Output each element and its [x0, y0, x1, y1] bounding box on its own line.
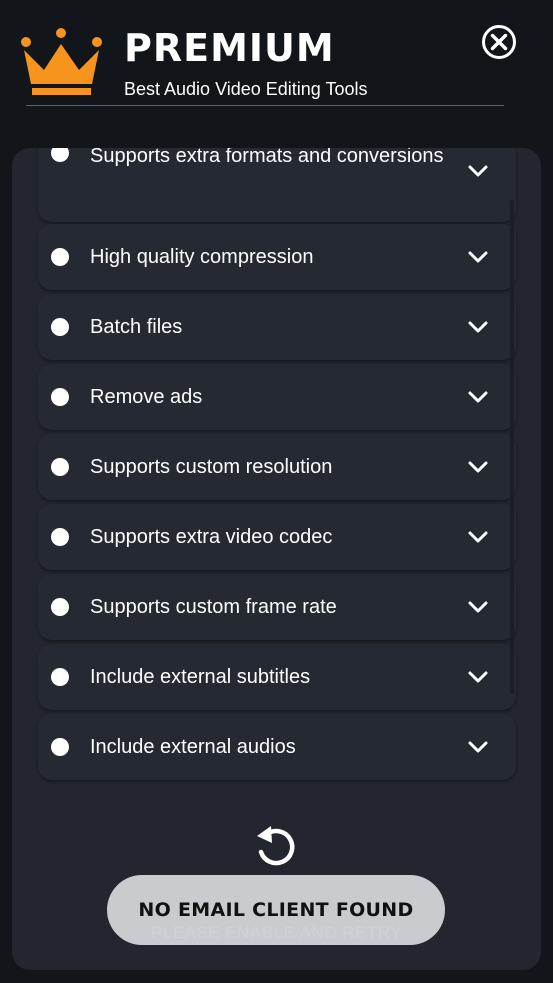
feature-label: High quality compression: [90, 246, 314, 268]
scrollbar[interactable]: [510, 200, 514, 694]
bullet-icon: [51, 738, 69, 756]
chevron-down-icon[interactable]: [467, 162, 489, 180]
feature-item-batch-files[interactable]: Batch files: [38, 294, 516, 360]
feature-label: Supports custom frame rate: [90, 596, 337, 618]
header-divider: [26, 105, 504, 106]
chevron-down-icon[interactable]: [467, 738, 489, 756]
crown-icon: [21, 28, 102, 95]
feature-label: Supports custom resolution: [90, 456, 333, 478]
feature-item-external-audios[interactable]: Include external audios: [38, 714, 516, 780]
bullet-icon: [51, 248, 69, 266]
bullet-icon: [51, 148, 69, 162]
refresh-icon[interactable]: [255, 824, 297, 870]
bullet-icon: [51, 318, 69, 336]
toast-message: NO EMAIL CLIENT FOUND: [107, 875, 445, 945]
chevron-down-icon[interactable]: [467, 598, 489, 616]
feature-label: Supports extra video codec: [90, 526, 333, 548]
premium-screen: PREMIUM Best Audio Video Editing Tools S…: [0, 0, 553, 983]
feature-item-custom-resolution[interactable]: Supports custom resolution: [38, 434, 516, 500]
features-card: Supports extra formats and conversions H…: [12, 148, 541, 970]
page-title: PREMIUM: [124, 26, 335, 70]
feature-item-extra-formats[interactable]: Supports extra formats and conversions: [38, 148, 516, 222]
bullet-icon: [51, 388, 69, 406]
feature-label: Include external audios: [90, 736, 296, 758]
feature-item-video-codec[interactable]: Supports extra video codec: [38, 504, 516, 570]
page-subtitle: Best Audio Video Editing Tools: [124, 79, 368, 99]
chevron-down-icon[interactable]: [467, 248, 489, 266]
feature-item-compression[interactable]: High quality compression: [38, 224, 516, 290]
chevron-down-icon[interactable]: [467, 528, 489, 546]
bullet-icon: [51, 598, 69, 616]
bullet-icon: [51, 668, 69, 686]
bullet-icon: [51, 458, 69, 476]
feature-label: Include external subtitles: [90, 666, 311, 688]
chevron-down-icon[interactable]: [467, 318, 489, 336]
chevron-down-icon[interactable]: [467, 668, 489, 686]
feature-list[interactable]: Supports extra formats and conversions H…: [38, 148, 516, 788]
feature-label: Batch files: [90, 316, 183, 338]
feature-item-external-subtitles[interactable]: Include external subtitles: [38, 644, 516, 710]
feature-label: Remove ads: [90, 386, 203, 408]
close-button[interactable]: [481, 24, 517, 60]
header: PREMIUM Best Audio Video Editing Tools: [0, 0, 553, 120]
bullet-icon: [51, 528, 69, 546]
feature-label: Supports extra formats and conversions: [90, 148, 444, 167]
chevron-down-icon[interactable]: [467, 388, 489, 406]
feature-item-remove-ads[interactable]: Remove ads: [38, 364, 516, 430]
chevron-down-icon[interactable]: [467, 458, 489, 476]
feature-item-frame-rate[interactable]: Supports custom frame rate: [38, 574, 516, 640]
